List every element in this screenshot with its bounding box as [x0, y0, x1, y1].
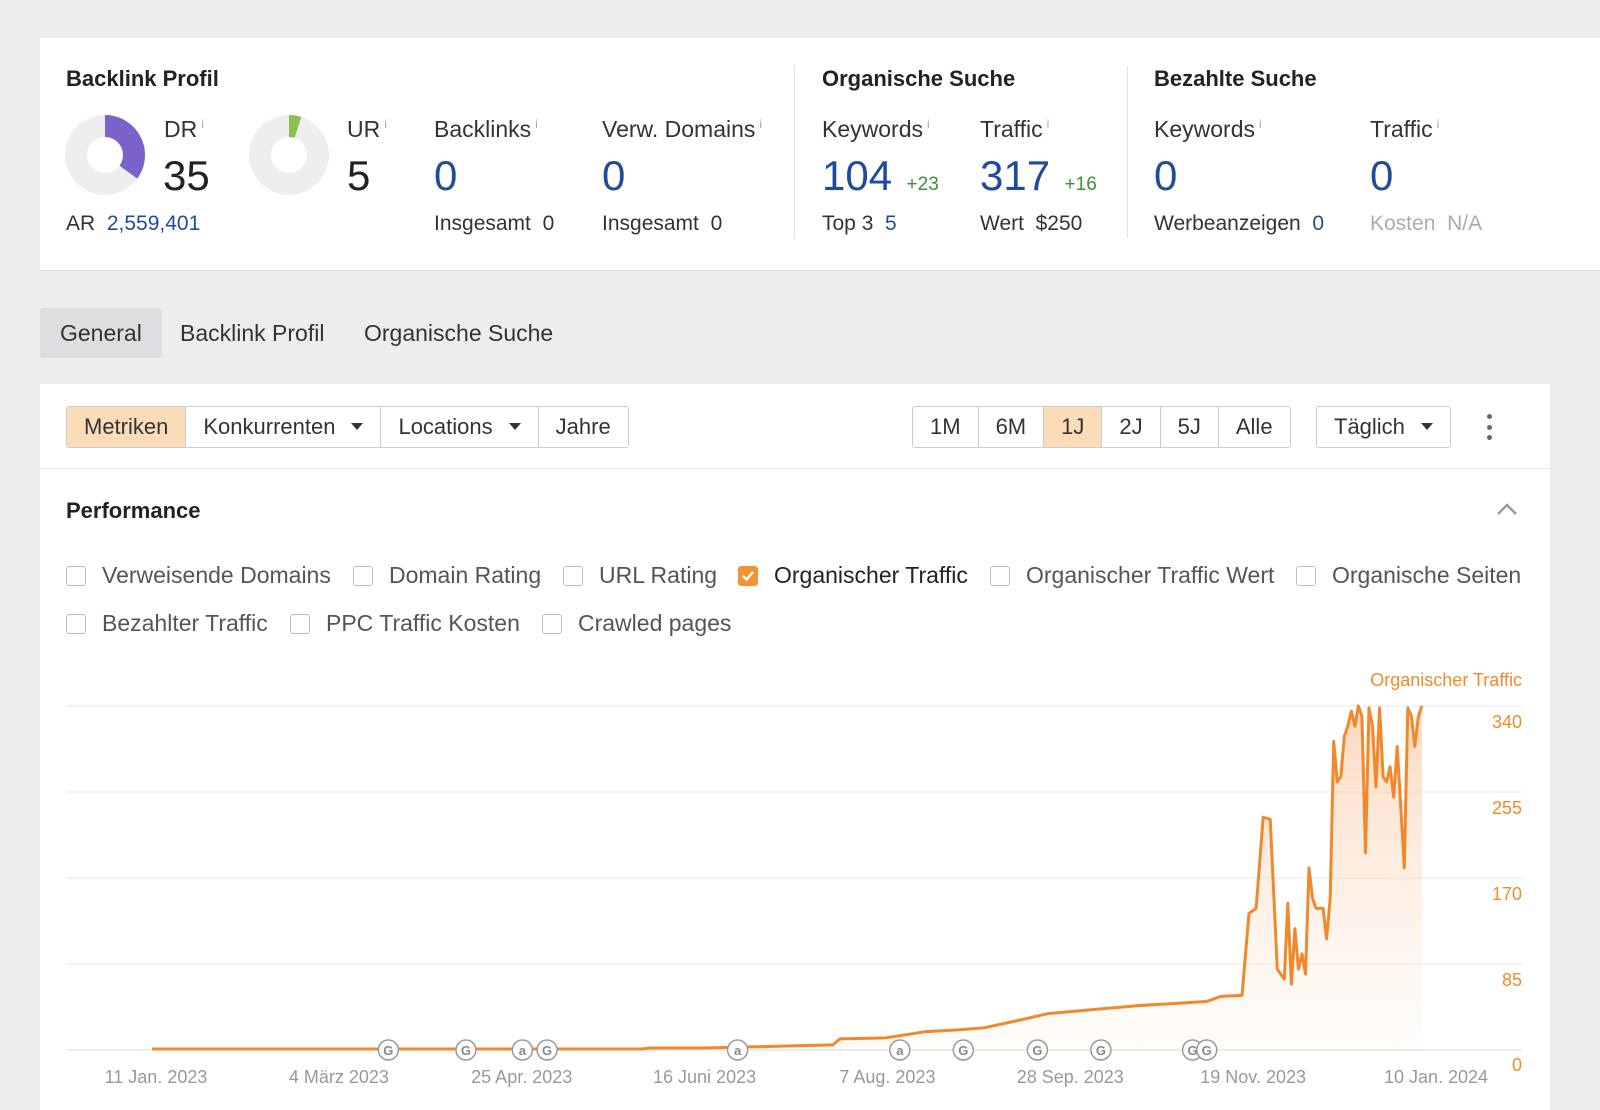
- y-axis-tick-label: 255: [1491, 798, 1522, 818]
- y-axis-tick-label: 85: [1501, 970, 1522, 990]
- google-update-marker[interactable]: G: [952, 1039, 975, 1061]
- x-axis-tick-label: 11 Jan. 2023: [104, 1067, 208, 1087]
- google-update-marker[interactable]: G: [377, 1039, 400, 1061]
- x-axis-tick-label: 16 Juni 2023: [653, 1067, 757, 1087]
- svg-text:a: a: [896, 1043, 904, 1058]
- svg-text:G: G: [542, 1043, 552, 1058]
- annotation-marker[interactable]: a: [726, 1039, 749, 1061]
- x-axis-tick-label: 10 Jan. 2024: [1383, 1067, 1489, 1087]
- x-axis-tick-label: 7 Aug. 2023: [839, 1067, 936, 1087]
- traffic-chart: GGaGaaGGGGG: [66, 704, 1522, 1061]
- svg-text:a: a: [734, 1043, 742, 1058]
- x-axis-tick-label: 4 März 2023: [288, 1067, 389, 1087]
- svg-text:G: G: [1032, 1043, 1042, 1058]
- y-axis-tick-label: 340: [1491, 712, 1522, 732]
- svg-text:a: a: [519, 1043, 527, 1058]
- google-update-marker[interactable]: G: [1090, 1039, 1112, 1061]
- svg-text:G: G: [1202, 1043, 1212, 1058]
- x-axis-tick-label: 28 Sep. 2023: [1016, 1067, 1124, 1087]
- x-axis-tick-label: 25 Apr. 2023: [471, 1067, 573, 1087]
- svg-text:G: G: [958, 1043, 968, 1058]
- svg-text:G: G: [1096, 1043, 1106, 1058]
- annotation-marker[interactable]: a: [511, 1039, 534, 1061]
- google-update-marker[interactable]: G: [455, 1039, 477, 1061]
- google-update-marker[interactable]: G: [536, 1039, 558, 1061]
- svg-text:G: G: [461, 1043, 471, 1058]
- svg-text:G: G: [383, 1043, 393, 1058]
- google-update-marker[interactable]: G: [1195, 1039, 1218, 1061]
- x-axis-tick-label: 19 Nov. 2023: [1200, 1067, 1307, 1087]
- google-update-marker[interactable]: G: [1026, 1039, 1049, 1061]
- y-axis-tick-label: 170: [1491, 884, 1522, 904]
- annotation-marker[interactable]: a: [889, 1039, 911, 1061]
